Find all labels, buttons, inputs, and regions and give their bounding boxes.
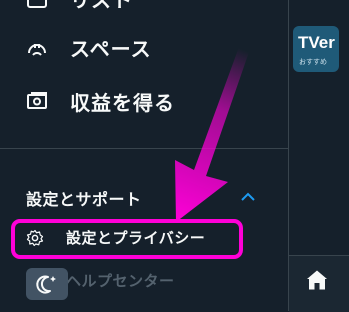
- spaces-icon: [28, 44, 46, 56]
- monetization-icon: [27, 92, 47, 109]
- highlight-box: [11, 219, 243, 259]
- menu-item-label: リスト: [70, 0, 133, 13]
- chevron-up-icon: [241, 192, 255, 201]
- menu-divider: [0, 148, 288, 149]
- menu-item-help-center[interactable]: ヘルプセンター: [66, 270, 175, 291]
- tver-thumbnail[interactable]: TVer おすすめ: [293, 26, 339, 72]
- thumbnail-title: TVer: [298, 33, 335, 52]
- menu-item-label: 収益を得る: [70, 90, 175, 115]
- right-panel: TVer おすすめ: [289, 0, 349, 312]
- list-icon: [27, 0, 47, 8]
- menu-item-label: スペース: [70, 36, 152, 61]
- section-title: 設定とサポート: [26, 190, 142, 209]
- thumbnail-caption: おすすめ: [299, 58, 327, 66]
- moon-sparkle-icon: [36, 275, 56, 294]
- side-menu: リスト スペース 収益を得る 設定とサポート 設定とプライバシー: [0, 0, 288, 311]
- bottom-nav: [289, 255, 349, 312]
- home-icon[interactable]: [305, 268, 329, 292]
- display-button[interactable]: [26, 268, 68, 300]
